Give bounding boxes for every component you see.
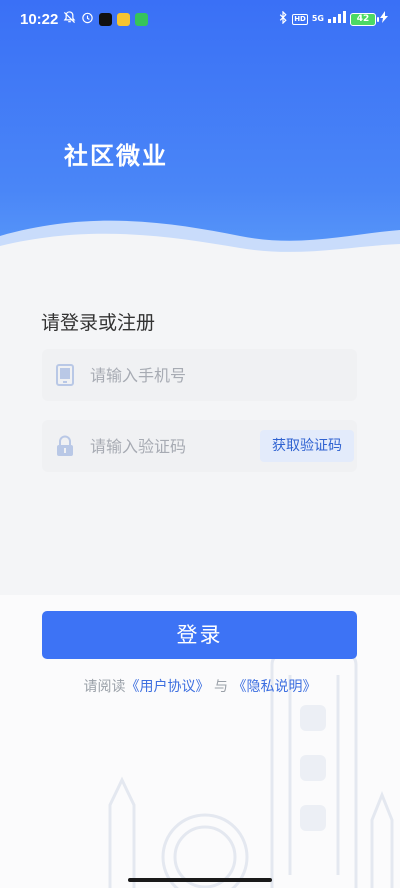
alarm-icon [81,11,94,28]
login-heading: 请登录或注册 [41,312,156,334]
clock: 10:22 [20,10,59,28]
bluetooth-icon [278,9,288,28]
app-notification-icon [135,12,149,26]
hd-badge: HD [292,13,308,25]
get-code-button[interactable]: 获取验证码 [260,430,354,462]
tiktok-icon [99,12,113,26]
network-label: 5G [311,14,324,23]
phone-input[interactable] [90,365,357,385]
phone-icon [54,364,76,386]
home-indicator[interactable] [128,878,272,882]
privacy-link[interactable]: 《隐私说明》 [232,679,316,695]
agreement-line: 请阅读《用户协议》 与 《隐私说明》 [0,676,400,696]
mute-bell-icon [63,10,76,28]
login-button[interactable]: 登录 [42,611,357,659]
header-banner: 10:22 HD 5G 42 社区微业 [0,0,400,272]
agreement-prefix: 请阅读 [83,679,126,695]
lock-icon [54,435,76,457]
wave-divider [0,220,400,272]
status-bar: 10:22 HD 5G 42 [0,0,400,38]
weibo-icon [117,12,131,26]
app-title: 社区微业 [64,142,168,170]
charging-icon [380,11,388,27]
phone-field[interactable] [42,349,357,401]
code-field[interactable]: 获取验证码 [42,420,357,472]
battery-icon: 42 [350,12,379,26]
user-agreement-link[interactable]: 《用户协议》 [126,679,210,695]
agreement-conjunction: 与 [214,679,228,695]
signal-icon [328,11,346,27]
